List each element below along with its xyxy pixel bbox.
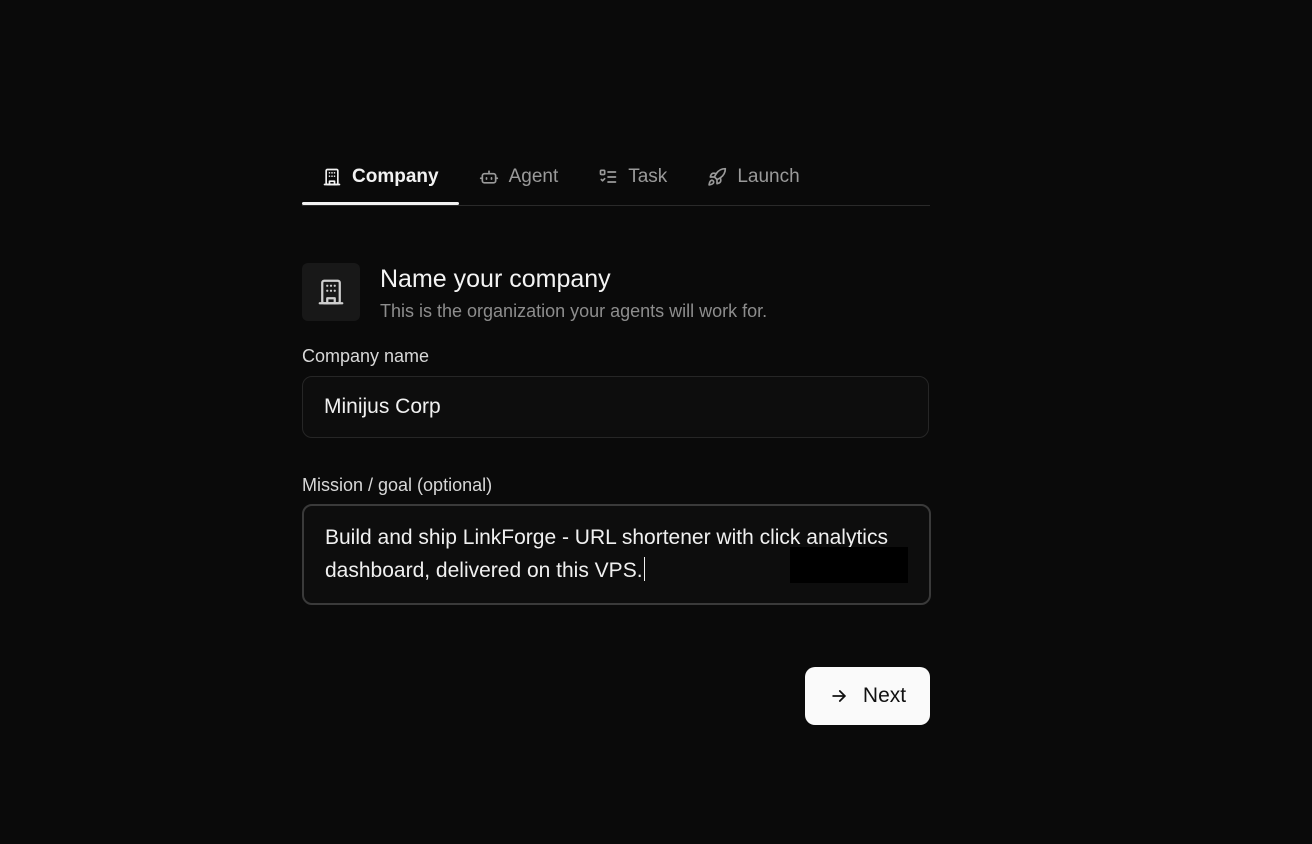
building-icon <box>322 167 342 187</box>
company-name-input[interactable]: Minijus Corp <box>302 376 929 438</box>
arrow-right-icon <box>829 686 849 706</box>
tab-label: Agent <box>508 165 559 187</box>
tab-company[interactable]: Company <box>302 149 459 205</box>
actions: Next <box>302 667 930 725</box>
next-button-label: Next <box>862 684 907 707</box>
mission-label: Mission / goal (optional) <box>302 475 493 495</box>
building-icon <box>302 263 360 321</box>
onboarding-wizard: Company Agent Task Launch Name your comp… <box>302 150 931 725</box>
redaction-box <box>790 547 908 583</box>
tab-task[interactable]: Task <box>578 149 687 204</box>
tab-launch[interactable]: Launch <box>687 149 819 204</box>
page-subtitle: This is the organization your agents wil… <box>380 301 768 321</box>
list-check-icon <box>598 167 618 187</box>
company-name-value: Minijus Corp <box>324 395 441 418</box>
rocket-icon <box>707 167 727 187</box>
bot-icon <box>479 167 499 187</box>
page-title: Name your company <box>380 265 611 293</box>
company-name-label: Company name <box>302 346 430 366</box>
tab-label: Task <box>628 165 668 187</box>
step-tabs: Company Agent Task Launch <box>302 150 930 206</box>
header-text: Name your company This is the organizati… <box>380 263 767 322</box>
mission-textarea[interactable]: Build and ship LinkForge - URL shortener… <box>302 504 931 605</box>
tab-agent[interactable]: Agent <box>459 149 579 204</box>
step-header: Name your company This is the organizati… <box>302 263 930 322</box>
tab-label: Company <box>352 165 439 187</box>
tab-label: Launch <box>737 165 800 187</box>
next-button[interactable]: Next <box>805 667 930 725</box>
text-caret <box>643 557 645 581</box>
